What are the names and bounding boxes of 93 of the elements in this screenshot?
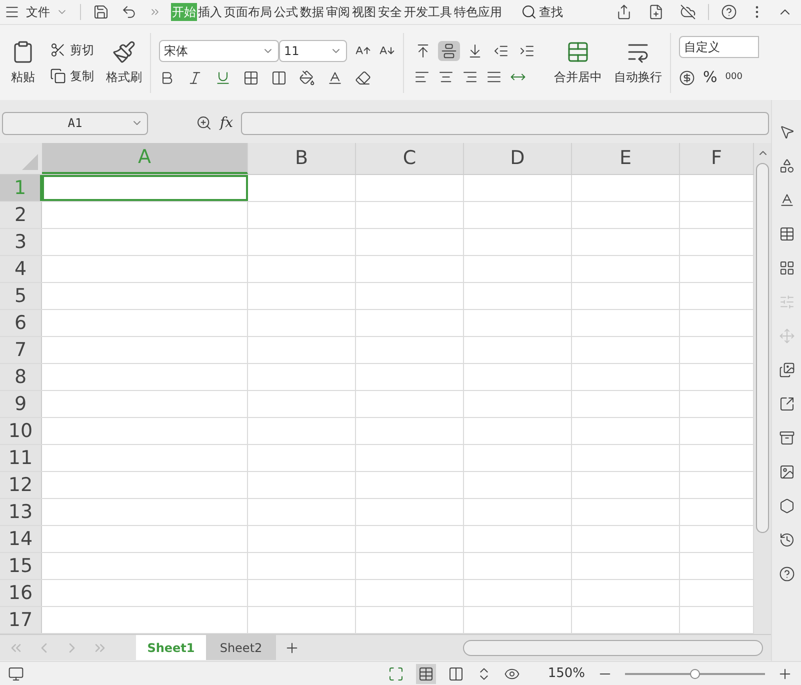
row-header[interactable]: 17 [0, 607, 42, 633]
history-icon[interactable] [778, 532, 794, 548]
row-header[interactable]: 8 [0, 364, 42, 390]
paint-bucket-icon[interactable] [299, 70, 315, 86]
number-format-select[interactable]: 自定义 [679, 36, 759, 58]
wrap-text-button[interactable]: 自动换行 [614, 68, 662, 86]
row-header[interactable]: 5 [0, 283, 42, 309]
name-box[interactable]: A1 [2, 112, 148, 134]
menu-tab[interactable]: 审阅 [325, 3, 351, 21]
eraser-icon[interactable] [355, 70, 371, 86]
align-bottom-icon [467, 42, 483, 58]
font-size-select[interactable]: 11 [279, 40, 347, 62]
font-color-icon[interactable] [327, 70, 343, 86]
menu-tab[interactable]: 特色应用 [453, 3, 503, 21]
row-header[interactable]: 10 [0, 418, 42, 444]
sheet-tab[interactable]: Sheet2 [206, 635, 276, 660]
row-header[interactable]: 14 [0, 526, 42, 552]
formula-field[interactable] [241, 112, 769, 134]
normal-view-icon[interactable] [418, 666, 434, 682]
row-header[interactable]: 11 [0, 445, 42, 471]
new-file-icon[interactable] [648, 4, 664, 20]
grid-icon[interactable] [778, 260, 794, 276]
share-icon[interactable] [616, 4, 632, 20]
merge-icon[interactable] [566, 40, 590, 64]
menu-tab[interactable]: 公式 [273, 3, 299, 21]
text-style-icon[interactable] [778, 192, 794, 208]
column-header[interactable]: B [248, 143, 356, 174]
thousands-button[interactable]: 000 [725, 70, 742, 84]
undo-icon[interactable] [121, 4, 137, 20]
menu-tab[interactable]: 插入 [197, 3, 223, 21]
row-header[interactable]: 7 [0, 337, 42, 363]
currency-icon[interactable] [679, 70, 695, 86]
hexagon-icon[interactable] [778, 498, 794, 514]
merge-center-button[interactable]: 合并居中 [554, 68, 602, 86]
function-label[interactable]: fx [220, 112, 234, 134]
archive-icon[interactable] [778, 430, 794, 446]
zoom-slider-thumb[interactable] [690, 668, 700, 678]
image-icon[interactable] [778, 464, 794, 480]
row-header[interactable]: 3 [0, 229, 42, 255]
percent-button[interactable]: % [703, 66, 718, 89]
align-middle-button[interactable] [438, 40, 460, 60]
copy-icon [50, 68, 66, 84]
column-header[interactable]: D [464, 143, 572, 174]
menu-tab[interactable]: 页面布局 [223, 3, 273, 21]
row-header[interactable]: 15 [0, 553, 42, 579]
sheet-tab[interactable]: Sheet1 [136, 635, 206, 660]
row-header[interactable]: 6 [0, 310, 42, 336]
vertical-scrollbar[interactable] [754, 143, 771, 634]
page-break-icon[interactable] [448, 666, 464, 682]
menu-icon[interactable] [4, 4, 20, 20]
underline-icon[interactable] [215, 70, 231, 86]
file-menu[interactable]: 文件 [24, 3, 52, 21]
shapes-icon[interactable] [778, 158, 794, 174]
row-header[interactable]: 16 [0, 580, 42, 606]
images-icon[interactable] [778, 362, 794, 378]
fullscreen-icon[interactable] [388, 666, 404, 682]
column-header[interactable]: C [356, 143, 464, 174]
row-header[interactable]: 2 [0, 202, 42, 228]
search-icon [521, 4, 537, 20]
row-header[interactable]: 4 [0, 256, 42, 282]
zoom-icon[interactable] [196, 115, 212, 131]
column-header[interactable]: E [572, 143, 680, 174]
scissors-icon [50, 42, 66, 58]
font-select[interactable]: 宋体 [159, 40, 279, 62]
row-header[interactable]: 9 [0, 391, 42, 417]
row-header[interactable]: 12 [0, 472, 42, 498]
zoom-level[interactable]: 150% [548, 664, 585, 684]
help-icon[interactable] [778, 566, 794, 582]
menu-tab[interactable]: 视图 [351, 3, 377, 21]
macro-icon[interactable] [8, 666, 24, 682]
paste-button[interactable]: 粘贴 [11, 68, 35, 86]
pointer-icon[interactable] [778, 124, 794, 140]
search-button[interactable]: 查找 [521, 3, 563, 21]
menu-tab[interactable]: 开发工具 [403, 3, 453, 21]
horizontal-scrollbar[interactable] [463, 640, 763, 656]
help-icon[interactable] [721, 4, 737, 20]
copy-button[interactable]: 复制 [50, 66, 94, 84]
share-icon[interactable] [778, 396, 794, 412]
cut-button[interactable]: 剪切 [50, 40, 94, 58]
table-icon[interactable] [778, 226, 794, 242]
italic-icon[interactable] [187, 70, 203, 86]
row-header[interactable]: 13 [0, 499, 42, 525]
sliders-icon[interactable] [778, 294, 794, 310]
format-painter-button[interactable]: 格式刷 [106, 68, 142, 86]
cloud-icon[interactable] [680, 4, 696, 20]
menu-tab[interactable]: 数据 [299, 3, 325, 21]
menu-tab[interactable]: 安全 [377, 3, 403, 21]
align-middle-icon [441, 42, 457, 58]
save-icon[interactable] [93, 4, 109, 20]
align-top-icon [415, 42, 431, 58]
borders-icon[interactable] [243, 70, 259, 86]
active-cell[interactable] [42, 175, 248, 201]
paintbrush-icon[interactable] [112, 40, 136, 64]
